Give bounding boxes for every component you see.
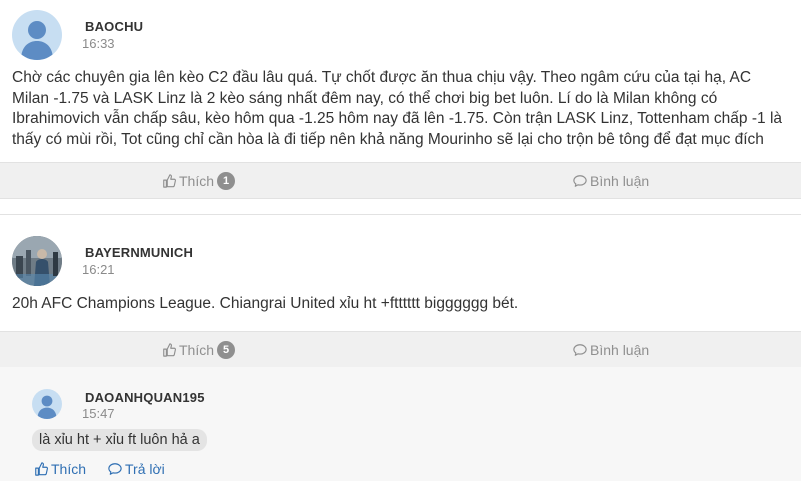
post-card: BAYERNMUNICH 16:21 20h AFC Champions Lea… [0, 215, 801, 331]
avatar[interactable] [12, 10, 62, 60]
reply-username[interactable]: DAOANHQUAN195 [85, 390, 205, 405]
reply-avatar[interactable] [32, 389, 62, 419]
default-user-icon [37, 395, 57, 419]
comment-bubble-icon [573, 174, 587, 187]
comment-bubble-icon [573, 343, 587, 356]
thumbs-up-icon [163, 342, 176, 357]
reply-body: là xỉu ht + xỉu ft luôn hả a [32, 429, 207, 451]
like-button[interactable]: Thích 5 [162, 332, 236, 367]
thumbs-up-icon [35, 462, 48, 476]
like-label: Thích [179, 341, 215, 358]
reply-like-label: Thích [51, 461, 87, 477]
comment-button[interactable]: Bình luận [573, 332, 649, 367]
post-username[interactable]: BAYERNMUNICH [85, 245, 193, 260]
comment-bubble-icon [108, 463, 122, 475]
like-count-badge: 5 [217, 340, 236, 359]
post-actions: Thích 1 Bình luận [0, 162, 801, 199]
reply-reply-label: Trả lời [125, 461, 165, 477]
post-body: Chờ các chuyên gia lên kèo C2 đầu lâu qu… [12, 69, 783, 148]
user-photo-icon [12, 236, 62, 286]
thumbs-up-icon [163, 173, 176, 188]
reply-reply-button[interactable]: Trả lời [108, 461, 165, 477]
comment-label: Bình luận [590, 172, 650, 189]
post-actions: Thích 5 Bình luận [0, 331, 801, 368]
like-button[interactable]: Thích 1 [162, 163, 236, 198]
reply-like-button[interactable]: Thích [34, 461, 86, 477]
comment-button[interactable]: Bình luận [573, 163, 649, 198]
post-body: 20h AFC Champions League. Chiangrai Unit… [12, 295, 519, 312]
like-label: Thích [179, 172, 215, 189]
post-username[interactable]: BAOCHU [85, 19, 143, 34]
comment-label: Bình luận [590, 341, 650, 358]
default-user-icon [21, 21, 53, 60]
post-time: 16:21 [82, 262, 115, 277]
post-time: 16:33 [82, 36, 115, 51]
reply-time: 15:47 [82, 406, 115, 421]
avatar[interactable] [12, 236, 62, 286]
like-count-badge: 1 [217, 171, 236, 190]
